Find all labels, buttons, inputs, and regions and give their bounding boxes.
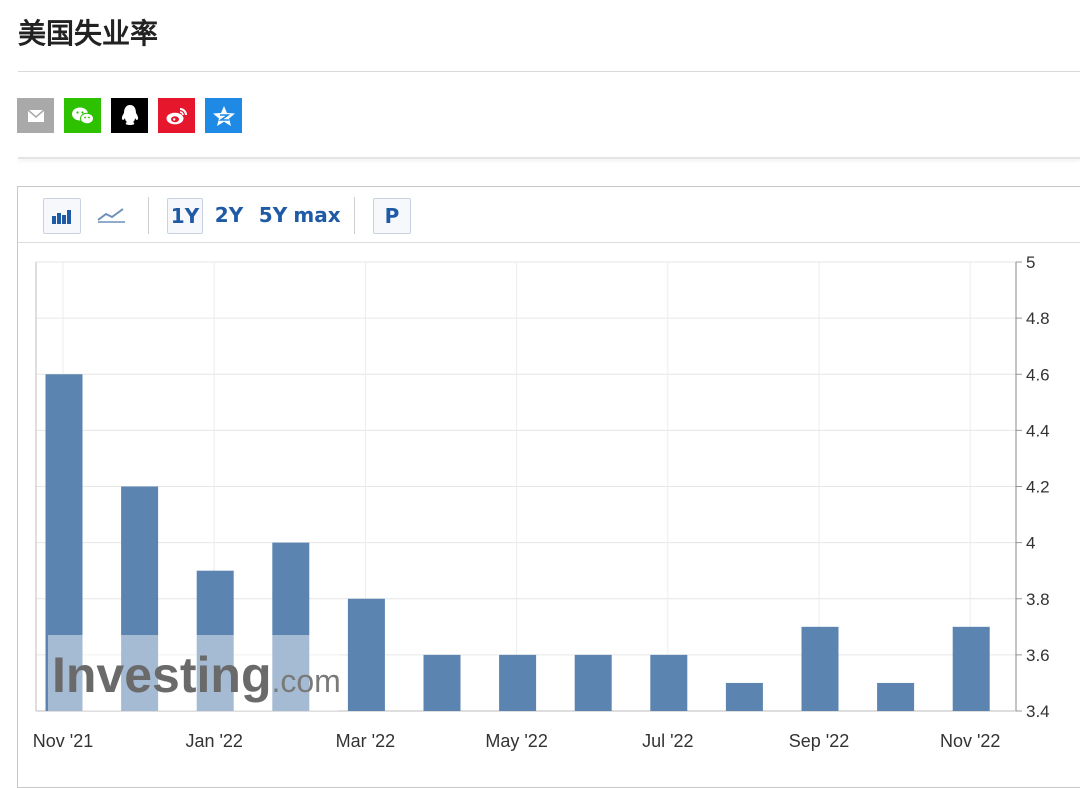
bar — [347, 598, 385, 711]
y-tick-label: 5 — [1026, 253, 1035, 272]
page-title: 美国失业率 — [18, 17, 159, 50]
bar-chart: 5 4.8 4.6 4.4 4.2 4 3.8 3.6 3.4 Nov '21 Jan '22 Mar… — [33, 253, 1050, 751]
qq-icon[interactable] — [111, 98, 148, 133]
x-tick-label: Jul '22 — [642, 731, 693, 751]
weibo-icon[interactable] — [158, 98, 195, 133]
x-tick-label: Mar '22 — [336, 731, 395, 751]
divider — [18, 157, 1080, 159]
bar — [574, 654, 612, 711]
y-tick-label: 3.6 — [1026, 646, 1050, 665]
y-tick-label: 4.8 — [1026, 309, 1050, 328]
x-tick-label: May '22 — [485, 731, 547, 751]
x-tick-label: Nov '22 — [940, 731, 1000, 751]
y-tick-label: 3.4 — [1026, 702, 1050, 721]
mail-icon[interactable] — [17, 98, 54, 133]
y-tick-label: 4.6 — [1026, 365, 1050, 384]
bar — [650, 654, 688, 711]
y-tick-label: 4.2 — [1026, 478, 1050, 497]
bar — [499, 654, 537, 711]
x-tick-label: Jan '22 — [185, 731, 242, 751]
bar — [877, 682, 915, 711]
bar — [423, 654, 461, 711]
bar — [952, 626, 990, 711]
x-tick-label: Nov '21 — [33, 731, 93, 751]
chart-panel: 1Y 2Y 5Y max P 5 4.8 4.6 4.4 4.2 4 3.8 3.6 3.4 No… — [17, 186, 1080, 788]
qzone-icon[interactable] — [205, 98, 242, 133]
y-tick-label: 4 — [1026, 534, 1035, 553]
bar — [801, 626, 839, 711]
wechat-icon[interactable] — [64, 98, 101, 133]
y-tick-label: 4.4 — [1026, 421, 1050, 440]
x-tick-label: Sep '22 — [789, 731, 850, 751]
bar — [725, 682, 763, 711]
y-tick-label: 3.8 — [1026, 590, 1050, 609]
share-bar — [17, 98, 242, 133]
watermark-logo: Investing.com — [48, 635, 341, 711]
divider — [18, 71, 1080, 72]
